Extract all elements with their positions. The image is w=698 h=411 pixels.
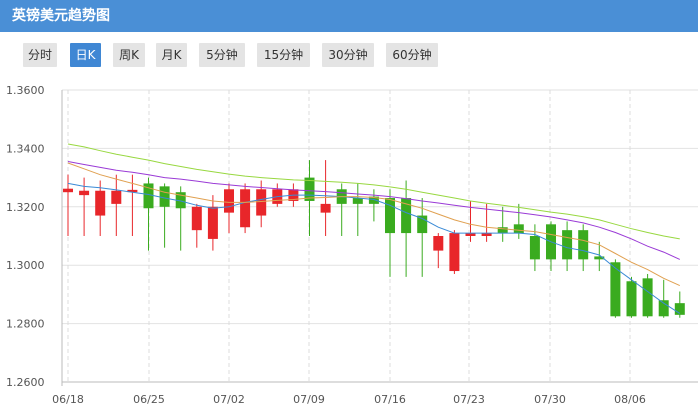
candle-body bbox=[513, 224, 524, 234]
x-tick-label: 07/23 bbox=[453, 393, 485, 406]
tab-60min[interactable]: 60分钟 bbox=[386, 43, 438, 67]
y-tick-label: 1.3600 bbox=[6, 84, 45, 97]
page-title: 英镑美元趋势图 bbox=[12, 8, 110, 24]
candle-body bbox=[95, 190, 106, 216]
candle-body bbox=[433, 236, 444, 251]
candle-body bbox=[578, 230, 589, 260]
x-tick-label: 06/25 bbox=[133, 393, 165, 406]
tab-weekly-k[interactable]: 周K bbox=[113, 43, 145, 67]
y-tick-label: 1.2600 bbox=[6, 376, 45, 389]
y-tick-label: 1.3000 bbox=[6, 259, 45, 272]
y-tick-label: 1.3400 bbox=[6, 142, 45, 155]
candle-body bbox=[642, 278, 653, 317]
tab-30min[interactable]: 30分钟 bbox=[322, 43, 374, 67]
candle-body bbox=[449, 233, 460, 272]
candle-body bbox=[240, 189, 251, 228]
x-tick-label: 06/18 bbox=[52, 393, 84, 406]
candle-body bbox=[562, 230, 573, 260]
candle-body bbox=[320, 203, 331, 213]
candle-body bbox=[191, 206, 202, 231]
candle-body bbox=[529, 236, 540, 260]
x-tick-label: 07/16 bbox=[374, 393, 406, 406]
x-tick-label: 07/30 bbox=[534, 393, 566, 406]
tab-15min[interactable]: 15分钟 bbox=[257, 43, 310, 67]
candle-body bbox=[63, 188, 73, 193]
candle-body bbox=[159, 186, 170, 207]
tab-daily-k[interactable]: 日K bbox=[70, 43, 101, 67]
candle-body bbox=[352, 198, 363, 204]
candle-body bbox=[79, 190, 90, 196]
candle-body bbox=[111, 190, 122, 204]
x-tick-label: 07/09 bbox=[293, 393, 325, 406]
tab-monthly-k[interactable]: 月K bbox=[156, 43, 187, 67]
candle-body bbox=[207, 206, 218, 239]
x-tick-label: 08/06 bbox=[614, 393, 646, 406]
x-tick-label: 07/02 bbox=[213, 393, 245, 406]
candle-body bbox=[385, 198, 395, 234]
tab-intraday[interactable]: 分时 bbox=[23, 43, 57, 67]
y-tick-label: 1.2800 bbox=[6, 318, 45, 331]
tab-5min[interactable]: 5分钟 bbox=[199, 43, 245, 67]
y-tick-label: 1.3200 bbox=[6, 201, 45, 214]
candle-body bbox=[626, 281, 637, 317]
candlestick-chart: 1.3600 1.3400 1.3200 1.3000 1.2800 1.2600 06/1… bbox=[6, 84, 698, 406]
candle-body bbox=[256, 189, 267, 216]
title-bar: 英镑美元趋势图 bbox=[0, 0, 698, 32]
candle-body bbox=[224, 189, 234, 213]
